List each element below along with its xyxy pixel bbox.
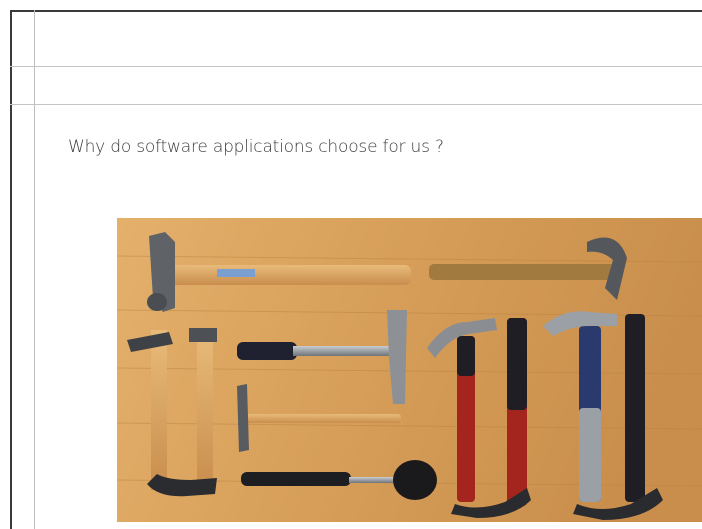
margin-rule-vertical	[34, 10, 35, 529]
header-rule-top	[10, 66, 702, 67]
slide-question-text: Why do software applications choose for …	[68, 137, 444, 157]
slide-page: Why do software applications choose for …	[0, 0, 702, 529]
hammers-photo	[117, 218, 702, 522]
header-rule-bottom	[10, 104, 702, 105]
